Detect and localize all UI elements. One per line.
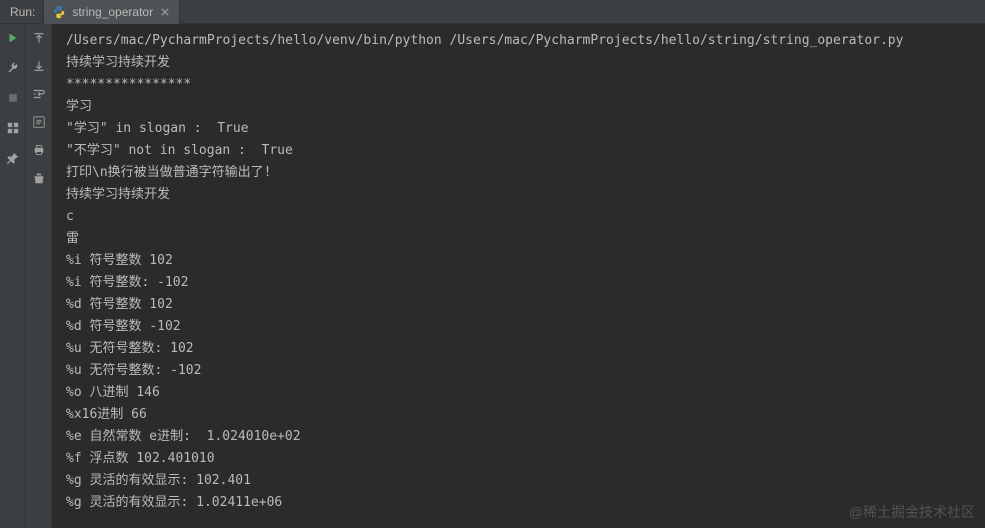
run-tab-string-operator[interactable]: string_operator <box>43 0 180 24</box>
scroll-up-icon[interactable] <box>31 30 47 46</box>
run-actions-gutter <box>0 24 26 528</box>
watermark-text: @稀土掘金技术社区 <box>849 502 975 522</box>
python-file-icon <box>52 5 66 19</box>
pin-icon[interactable] <box>5 150 21 166</box>
clear-icon[interactable] <box>31 170 47 186</box>
run-toolwindow-header: Run: string_operator <box>0 0 985 24</box>
scroll-to-end-icon[interactable] <box>31 114 47 130</box>
console-tools-gutter <box>26 24 52 528</box>
wrench-icon[interactable] <box>5 60 21 76</box>
console-output[interactable]: /Users/mac/PycharmProjects/hello/venv/bi… <box>52 24 985 528</box>
rerun-icon[interactable] <box>5 30 21 46</box>
run-tab-label: string_operator <box>72 5 153 19</box>
layout-icon[interactable] <box>5 120 21 136</box>
run-label: Run: <box>0 5 43 19</box>
stop-icon[interactable] <box>5 90 21 106</box>
print-icon[interactable] <box>31 142 47 158</box>
close-tab-icon[interactable] <box>159 6 171 18</box>
soft-wrap-icon[interactable] <box>31 86 47 102</box>
scroll-down-icon[interactable] <box>31 58 47 74</box>
